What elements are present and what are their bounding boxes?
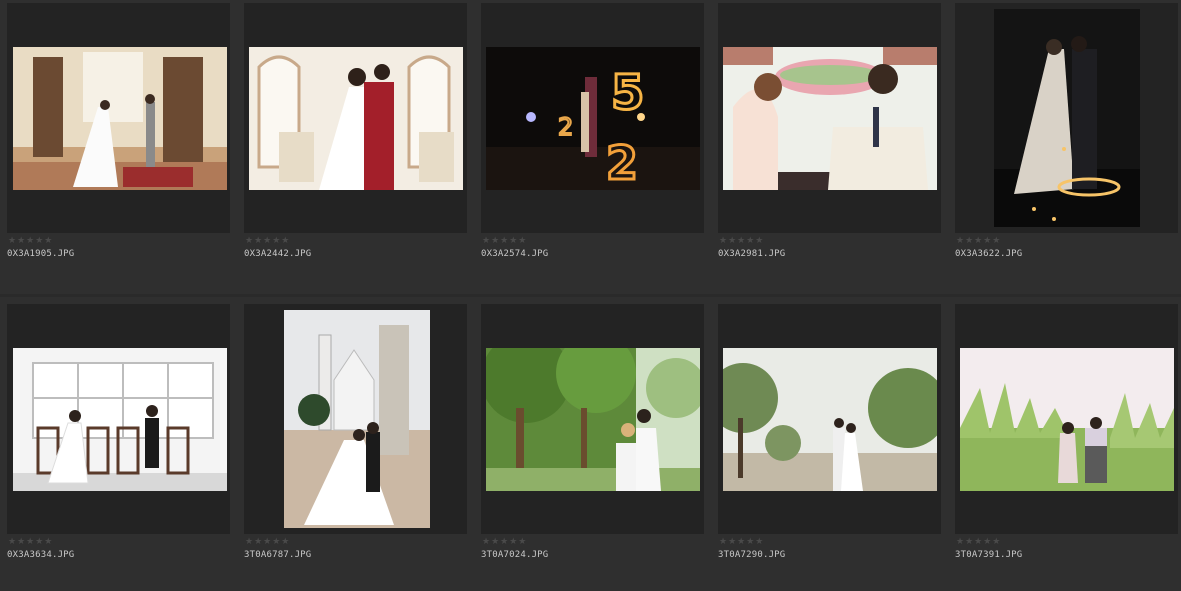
photo-thumbnail[interactable] (723, 348, 937, 491)
thumbnail-frame (955, 304, 1178, 534)
photo-cell[interactable]: ★★★★★ 3T0A7290.JPG (711, 297, 948, 591)
filename-label: 0X3A2442.JPG (244, 249, 312, 259)
photo-cell[interactable]: ★★★★★ 0X3A1905.JPG (0, 0, 237, 294)
thumbnail-frame (7, 304, 230, 534)
filename-label: 0X3A3622.JPG (955, 249, 1023, 259)
photo-grid: ★★★★★ 0X3A1905.JPG ★★★★★ 0X3A2442.JPG 5 … (0, 0, 1181, 591)
photo-cell[interactable]: ★★★★★ 3T0A7391.JPG (948, 297, 1181, 591)
filename-label: 3T0A7290.JPG (718, 550, 786, 560)
thumbnail-frame (7, 3, 230, 233)
star-rating[interactable]: ★★★★★ (482, 236, 527, 246)
svg-text:2: 2 (606, 136, 638, 190)
photo-cell[interactable]: ★★★★★ 0X3A2442.JPG (237, 0, 474, 294)
filename-label: 0X3A3634.JPG (7, 550, 75, 560)
thumbnail-frame (244, 304, 467, 534)
photo-thumbnail[interactable] (486, 348, 700, 491)
filename-label: 3T0A6787.JPG (244, 550, 312, 560)
thumbnail-frame (955, 3, 1178, 233)
thumbnail-frame (718, 3, 941, 233)
filename-label: 0X3A2981.JPG (718, 249, 786, 259)
photo-thumbnail[interactable] (994, 9, 1140, 227)
photo-thumbnail[interactable]: 5 2 2 (486, 47, 700, 190)
thumbnail-frame (244, 3, 467, 233)
filename-label: 3T0A7391.JPG (955, 550, 1023, 560)
photo-thumbnail[interactable] (249, 47, 463, 190)
filename-label: 0X3A2574.JPG (481, 249, 549, 259)
photo-cell[interactable]: ★★★★★ 3T0A7024.JPG (474, 297, 711, 591)
photo-thumbnail[interactable] (13, 348, 227, 491)
filename-label: 0X3A1905.JPG (7, 249, 75, 259)
star-rating[interactable]: ★★★★★ (245, 236, 290, 246)
photo-cell[interactable]: 5 2 2 ★★★★★ 0X3A2574.JPG (474, 0, 711, 294)
star-rating[interactable]: ★★★★★ (719, 236, 764, 246)
photo-thumbnail[interactable] (960, 348, 1174, 491)
star-rating[interactable]: ★★★★★ (8, 236, 53, 246)
svg-text:2: 2 (558, 113, 573, 141)
star-rating[interactable]: ★★★★★ (719, 537, 764, 547)
star-rating[interactable]: ★★★★★ (8, 537, 53, 547)
photo-thumbnail[interactable] (284, 310, 430, 528)
photo-cell[interactable]: ★★★★★ 0X3A3622.JPG (948, 0, 1181, 294)
thumbnail-frame (481, 304, 704, 534)
star-rating[interactable]: ★★★★★ (956, 537, 1001, 547)
thumbnail-frame: 5 2 2 (481, 3, 704, 233)
thumbnail-frame (718, 304, 941, 534)
svg-text:5: 5 (611, 65, 644, 121)
star-rating[interactable]: ★★★★★ (956, 236, 1001, 246)
photo-cell[interactable]: ★★★★★ 0X3A2981.JPG (711, 0, 948, 294)
star-rating[interactable]: ★★★★★ (482, 537, 527, 547)
photo-thumbnail[interactable] (723, 47, 937, 190)
photo-cell[interactable]: ★★★★★ 3T0A6787.JPG (237, 297, 474, 591)
filename-label: 3T0A7024.JPG (481, 550, 549, 560)
star-rating[interactable]: ★★★★★ (245, 537, 290, 547)
photo-cell[interactable]: ★★★★★ 0X3A3634.JPG (0, 297, 237, 591)
photo-thumbnail[interactable] (13, 47, 227, 190)
